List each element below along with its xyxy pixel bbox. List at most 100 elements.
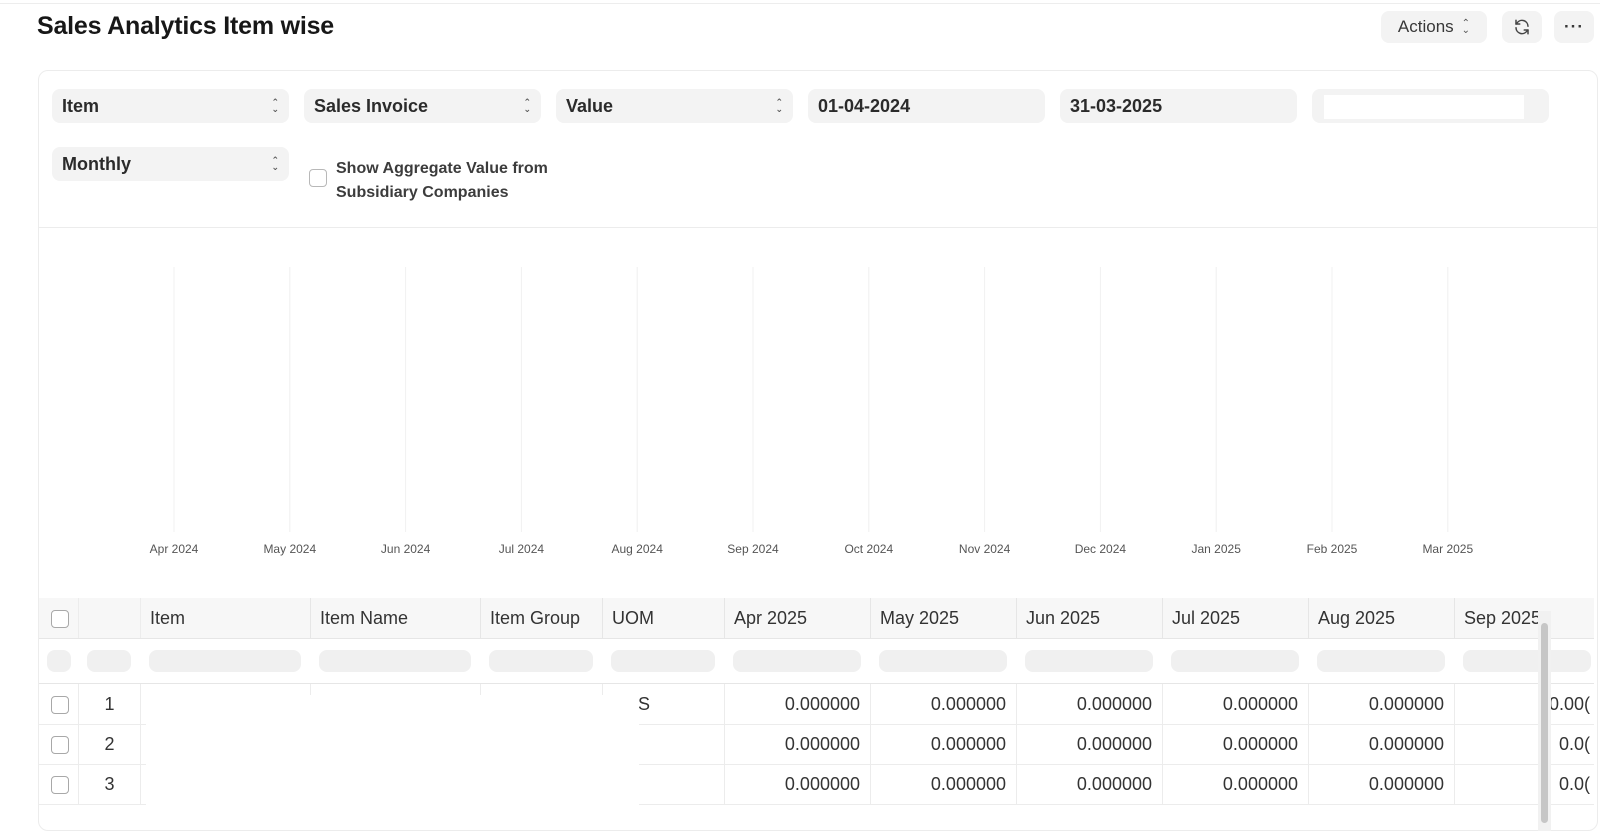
value-cell: 0.000000 — [871, 684, 1017, 724]
x-tick-label: Oct 2024 — [844, 542, 893, 556]
doc-type-select[interactable]: Sales Invoice ⌃ ⌄ — [304, 89, 541, 123]
value-cell: 0.000000 — [1163, 684, 1309, 724]
value-cell: 0.000000 — [1017, 724, 1163, 764]
column-filter-input[interactable] — [489, 650, 593, 672]
value-cell: 0.0( — [1455, 724, 1594, 764]
to-date-field[interactable]: 31-03-2025 — [1060, 89, 1297, 123]
value-cell: 0.000000 — [1309, 684, 1455, 724]
chevron-up-down-icon: ⌃ ⌄ — [523, 97, 531, 114]
value-cell: 0.000000 — [725, 764, 871, 804]
value-cell: 0.000000 — [1309, 724, 1455, 764]
value-cell: 0.000000 — [1163, 764, 1309, 804]
x-tick-label: Mar 2025 — [1422, 542, 1473, 556]
select-all-checkbox[interactable] — [51, 610, 69, 628]
x-tick-label: Sep 2024 — [727, 542, 779, 556]
row-checkbox[interactable] — [51, 736, 69, 754]
tree-type-value: Item — [62, 95, 100, 116]
table-header: Item Item Name Item Group UOM Apr 2025 May 20… — [39, 598, 1594, 639]
column-header[interactable]: Apr 2025 — [725, 598, 871, 638]
value-cell: 0.000000 — [1163, 724, 1309, 764]
refresh-button[interactable] — [1502, 11, 1542, 43]
filter-pill — [87, 650, 131, 672]
row-index: 1 — [79, 684, 141, 724]
column-filter-input[interactable] — [611, 650, 715, 672]
value-cell: 0.000000 — [871, 764, 1017, 804]
row-select-cell — [39, 764, 79, 804]
value-cell: 0.000000 — [871, 724, 1017, 764]
column-filter-input[interactable] — [733, 650, 861, 672]
value-cell: 0.0( — [1455, 764, 1594, 804]
row-select-cell — [39, 684, 79, 724]
x-tick-label: Feb 2025 — [1307, 542, 1358, 556]
value-cell: 0.000000 — [725, 684, 871, 724]
value-quantity-select[interactable]: Value ⌃ ⌄ — [556, 89, 793, 123]
column-header[interactable]: Sep 2025 — [1455, 598, 1594, 638]
actions-button[interactable]: Actions ⌃ ⌄ — [1381, 11, 1487, 43]
column-header[interactable]: May 2025 — [871, 598, 1017, 638]
row-checkbox[interactable] — [51, 776, 69, 794]
chart-area: Apr 2024 May 2024 Jun 2024 Jul 2024 Aug 2024… — [39, 227, 1597, 597]
page-title: Sales Analytics Item wise — [37, 12, 335, 40]
x-tick-label: Aug 2024 — [612, 542, 664, 556]
value-cell: 0.000000 — [725, 724, 871, 764]
report-card: Item ⌃ ⌄ Sales Invoice ⌃ ⌄ Value ⌃ ⌄ 01-04-… — [38, 70, 1598, 831]
value-cell: 0.000000 — [1309, 764, 1455, 804]
column-header[interactable]: Jul 2025 — [1163, 598, 1309, 638]
x-tick-label: Jun 2024 — [381, 542, 431, 556]
x-tick-label: Jul 2024 — [499, 542, 545, 556]
actions-label: Actions — [1397, 17, 1454, 36]
header-select-cell — [39, 598, 79, 638]
chevron-up-down-icon: ⌃ ⌄ — [775, 97, 783, 114]
chevron-up-down-icon: ⌃ ⌄ — [1461, 18, 1471, 36]
row-checkbox[interactable] — [51, 696, 69, 714]
column-filter-input[interactable] — [1025, 650, 1153, 672]
range-value: Monthly — [62, 153, 131, 174]
table-scrollbar[interactable] — [1538, 611, 1551, 831]
column-filter-input[interactable] — [1463, 650, 1591, 672]
filter-area: Item ⌃ ⌄ Sales Invoice ⌃ ⌄ Value ⌃ ⌄ 01-04-… — [39, 71, 1597, 228]
header-index-cell — [79, 598, 141, 638]
show-aggregate-checkbox[interactable] — [309, 169, 327, 187]
value-quantity-value: Value — [566, 95, 614, 116]
more-button[interactable]: ··· — [1554, 11, 1594, 43]
row-index: 2 — [79, 724, 141, 764]
company-field[interactable] — [1312, 89, 1549, 123]
tree-type-select[interactable]: Item ⌃ ⌄ — [52, 89, 289, 123]
value-cell: 0.000000 — [1017, 684, 1163, 724]
column-filter-input[interactable] — [1171, 650, 1299, 672]
column-header[interactable]: Item Name — [311, 598, 481, 638]
top-divider — [0, 0, 1600, 4]
range-select[interactable]: Monthly ⌃ ⌄ — [52, 147, 289, 181]
redacted-company — [1324, 95, 1524, 119]
row-index: 3 — [79, 764, 141, 804]
column-filter-input[interactable] — [1317, 650, 1445, 672]
x-tick-label: Nov 2024 — [959, 542, 1011, 556]
from-date-field[interactable]: 01-04-2024 — [808, 89, 1045, 123]
scrollbar-thumb[interactable] — [1541, 623, 1548, 823]
chevron-up-down-icon: ⌃ ⌄ — [271, 97, 279, 114]
row-select-cell — [39, 724, 79, 764]
column-header[interactable]: Aug 2025 — [1309, 598, 1455, 638]
column-filter-row — [39, 639, 1594, 684]
x-tick-label: Apr 2024 — [150, 542, 199, 556]
column-filter-input[interactable] — [319, 650, 471, 672]
column-filter-input[interactable] — [149, 650, 301, 672]
value-cell: 0.00( — [1455, 684, 1594, 724]
column-header[interactable]: UOM — [603, 598, 725, 638]
column-header[interactable]: Item Group — [481, 598, 603, 638]
to-date-value: 31-03-2025 — [1070, 95, 1163, 116]
column-header[interactable]: Jun 2025 — [1017, 598, 1163, 638]
x-tick-label: Dec 2024 — [1075, 542, 1127, 556]
line-chart: Apr 2024 May 2024 Jun 2024 Jul 2024 Aug 2024… — [150, 267, 1473, 556]
filter-pill — [47, 650, 71, 672]
x-tick-label: Jan 2025 — [1192, 542, 1242, 556]
column-header[interactable]: Item — [141, 598, 311, 638]
data-table: Item Item Name Item Group UOM Apr 2025 May 20… — [39, 598, 1594, 830]
value-cell: 0.000000 — [1017, 764, 1163, 804]
from-date-value: 01-04-2024 — [818, 95, 911, 116]
more-icon: ··· — [1564, 17, 1584, 36]
doc-type-value: Sales Invoice — [314, 95, 429, 116]
chevron-up-down-icon: ⌃ ⌄ — [271, 155, 279, 172]
refresh-icon — [1515, 19, 1529, 35]
column-filter-input[interactable] — [879, 650, 1007, 672]
